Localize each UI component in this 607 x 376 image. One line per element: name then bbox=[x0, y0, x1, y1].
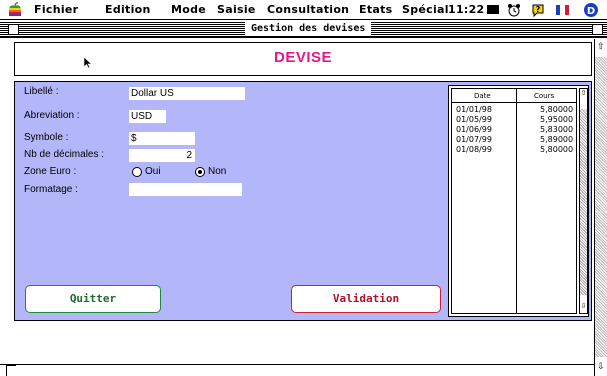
table-row-date[interactable]: 01/08/99 bbox=[456, 145, 492, 154]
rates-table-grid: Date Cours 01/01/98 5,80000 01/05/99 5,9500… bbox=[451, 88, 577, 314]
menu-bar: Fichier Edition Mode Saisie Consultation… bbox=[0, 0, 607, 20]
zone-euro-oui-label[interactable]: Oui bbox=[145, 166, 161, 177]
bottom-scroll-area bbox=[0, 364, 594, 376]
scroll-down-icon[interactable]: ⇩ bbox=[597, 361, 605, 372]
table-row-date[interactable]: 01/06/99 bbox=[456, 125, 492, 134]
zone-euro-non-label[interactable]: Non bbox=[208, 166, 226, 177]
table-row-cours[interactable]: 5,83000 bbox=[540, 125, 573, 134]
quit-button[interactable]: Quitter bbox=[25, 285, 161, 313]
table-row-date[interactable]: 01/01/98 bbox=[456, 105, 492, 114]
decimales-field[interactable]: 2 bbox=[129, 149, 195, 162]
table-row-date[interactable]: 01/07/99 bbox=[456, 135, 492, 144]
keyboard-layout-flag-icon[interactable] bbox=[556, 5, 569, 15]
zone-euro-label: Zone Euro : bbox=[24, 166, 77, 177]
window-title-bar[interactable]: Gestion des devises bbox=[0, 21, 607, 38]
formatage-label: Formatage : bbox=[24, 184, 78, 195]
menu-special[interactable]: Spécial bbox=[402, 3, 449, 16]
table-row-cours[interactable]: 5,80000 bbox=[540, 145, 573, 154]
decimales-label: Nb de décimales : bbox=[24, 149, 105, 160]
symbole-field[interactable]: $ bbox=[129, 132, 195, 145]
svg-text:D: D bbox=[587, 6, 595, 17]
menu-edition[interactable]: Edition bbox=[105, 3, 151, 16]
libelle-label: Libellé : bbox=[24, 86, 59, 97]
help-icon[interactable]: ? bbox=[531, 3, 545, 18]
formatage-field[interactable] bbox=[129, 183, 242, 196]
scroll-up-icon[interactable]: ⇧ bbox=[597, 41, 605, 52]
rates-table-scrollbar[interactable]: ⇧ ⇩ bbox=[579, 88, 588, 314]
menu-consultation[interactable]: Consultation bbox=[267, 3, 349, 16]
abreviation-label: Abreviation : bbox=[24, 110, 80, 121]
zoom-box[interactable] bbox=[592, 24, 603, 35]
menu-saisie[interactable]: Saisie bbox=[217, 3, 256, 16]
window-scrollbar[interactable]: ⇧ ⇩ bbox=[594, 39, 607, 376]
table-row-cours[interactable]: 5,80000 bbox=[540, 105, 573, 114]
page-title: DEVISE bbox=[273, 49, 333, 66]
scroll-down-arrow-icon[interactable]: ⇩ bbox=[580, 302, 587, 311]
window-title: Gestion des devises bbox=[245, 22, 372, 36]
zone-euro-oui-radio[interactable] bbox=[132, 167, 142, 177]
table-row-date[interactable]: 01/05/99 bbox=[456, 115, 492, 124]
menu-fichier[interactable]: Fichier bbox=[34, 3, 78, 16]
close-box[interactable] bbox=[8, 24, 19, 35]
svg-text:?: ? bbox=[536, 5, 541, 14]
menu-clock: 11:22 bbox=[448, 3, 485, 16]
rates-table: Date Cours 01/01/98 5,80000 01/05/99 5,9500… bbox=[448, 85, 589, 317]
application-menu-icon[interactable]: D bbox=[583, 2, 599, 18]
table-row-cours[interactable]: 5,95000 bbox=[540, 115, 573, 124]
abreviation-field[interactable]: USD bbox=[129, 110, 166, 123]
page-corner-icon bbox=[6, 365, 16, 376]
alarm-clock-icon[interactable] bbox=[507, 3, 521, 17]
currency-form: Libellé : Dollar US Abreviation : USD Sy… bbox=[14, 81, 592, 321]
scroll-up-arrow-icon[interactable]: ⇧ bbox=[580, 89, 587, 98]
mouse-pointer-icon bbox=[83, 56, 93, 69]
menu-etats[interactable]: Etats bbox=[359, 3, 393, 16]
folder-icon[interactable] bbox=[487, 5, 499, 14]
menu-mode[interactable]: Mode bbox=[171, 3, 206, 16]
libelle-field[interactable]: Dollar US bbox=[129, 87, 245, 100]
header-box: DEVISE bbox=[14, 42, 592, 76]
symbole-label: Symbole : bbox=[24, 132, 69, 143]
apple-menu-icon[interactable] bbox=[8, 1, 22, 17]
zone-euro-non-radio[interactable] bbox=[195, 167, 205, 177]
table-row-cours[interactable]: 5,89000 bbox=[540, 135, 573, 144]
validate-button[interactable]: Validation bbox=[291, 285, 441, 313]
